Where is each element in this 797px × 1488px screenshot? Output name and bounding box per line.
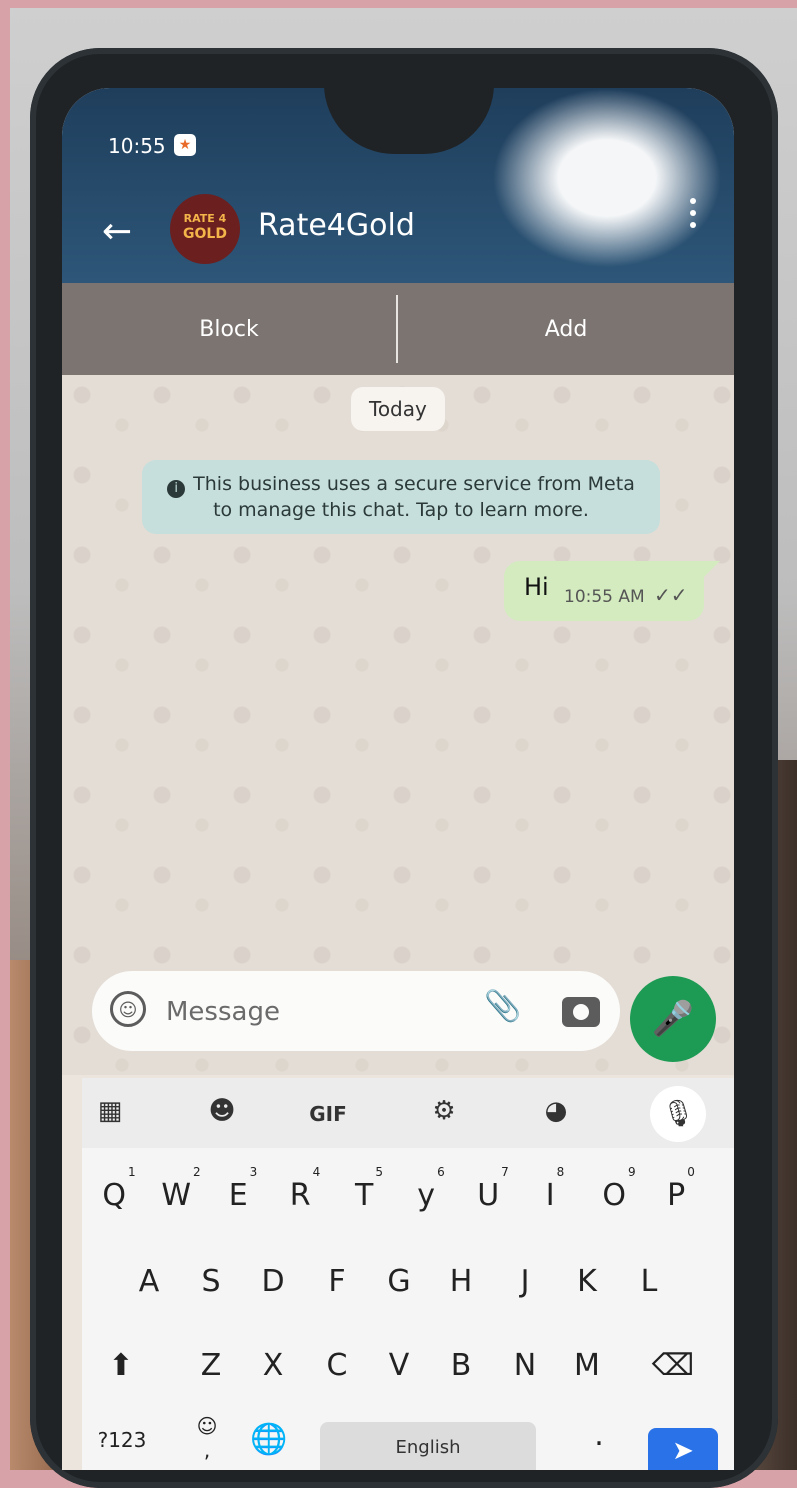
security-notice[interactable]: i This business uses a secure service fro… bbox=[142, 460, 660, 534]
key-x[interactable]: X bbox=[248, 1348, 298, 1383]
key-m[interactable]: M bbox=[562, 1348, 612, 1383]
space-bar[interactable]: English bbox=[320, 1422, 536, 1470]
key-y[interactable]: y6 bbox=[406, 1165, 456, 1213]
double-check-icon: ✓✓ bbox=[654, 583, 688, 607]
add-contact-button[interactable]: Add bbox=[398, 283, 734, 375]
keyboard-mic-icon[interactable]: 🎙 bbox=[650, 1086, 706, 1142]
key-k[interactable]: K bbox=[562, 1264, 612, 1299]
outgoing-message[interactable]: Hi 10:55 AM ✓✓ bbox=[504, 561, 704, 621]
contact-avatar[interactable]: RATE 4 GOLD bbox=[170, 194, 240, 264]
soft-keyboard: ▦ ☻ GIF ⚙ ◕ 🎙 Q1 W2 E3 R4 T5 y6 U7 I8 O9… bbox=[82, 1078, 734, 1470]
key-s[interactable]: S bbox=[186, 1264, 236, 1299]
key-u[interactable]: U7 bbox=[468, 1165, 518, 1213]
key-o[interactable]: O9 bbox=[594, 1165, 644, 1213]
security-notice-text: This business uses a secure service from… bbox=[193, 473, 635, 521]
key-b[interactable]: B bbox=[436, 1348, 486, 1383]
symbols-key[interactable]: ?123 bbox=[92, 1428, 152, 1452]
key-j[interactable]: J bbox=[500, 1264, 550, 1299]
key-r[interactable]: R4 bbox=[280, 1165, 330, 1213]
message-tail bbox=[702, 561, 720, 579]
emoji-icon[interactable]: ☺ bbox=[110, 991, 146, 1027]
key-i[interactable]: I8 bbox=[530, 1165, 580, 1213]
keyboard-toolbar: ▦ ☻ GIF ⚙ ◕ 🎙 bbox=[82, 1078, 734, 1148]
date-chip: Today bbox=[351, 387, 445, 431]
paperclip-icon[interactable]: 📎 bbox=[484, 989, 522, 1031]
key-a[interactable]: A bbox=[124, 1264, 174, 1299]
comma-label: , bbox=[203, 1438, 211, 1462]
message-composer: ☺ 📎 bbox=[92, 971, 620, 1051]
gear-icon[interactable]: ⚙ bbox=[422, 1096, 466, 1126]
message-time: 10:55 AM bbox=[564, 587, 645, 607]
block-button[interactable]: Block bbox=[62, 283, 396, 375]
voice-message-button[interactable]: 🎤 bbox=[630, 976, 716, 1062]
message-input[interactable] bbox=[164, 993, 448, 1031]
key-l[interactable]: L bbox=[624, 1264, 674, 1299]
apps-grid-icon[interactable]: ▦ bbox=[88, 1096, 132, 1126]
back-arrow-icon[interactable]: ← bbox=[102, 214, 132, 250]
globe-icon[interactable]: 🌐 bbox=[244, 1422, 294, 1457]
spam-action-bar: Block Add bbox=[62, 283, 734, 375]
key-q[interactable]: Q1 bbox=[94, 1165, 144, 1213]
screen-glare bbox=[492, 88, 722, 268]
key-v[interactable]: V bbox=[374, 1348, 424, 1383]
notification-app-icon: ★ bbox=[174, 134, 196, 156]
contact-name[interactable]: Rate4Gold bbox=[258, 208, 415, 243]
avatar-line1: RATE 4 bbox=[183, 212, 227, 225]
chat-area: Today i This business uses a secure servi… bbox=[62, 375, 734, 1075]
emoji-comma-key[interactable]: ☺, bbox=[182, 1414, 232, 1462]
status-time: 10:55 bbox=[108, 134, 166, 158]
phone-screen: 10:55 ★ ← RATE 4 GOLD Rate4Gold Block Ad… bbox=[62, 88, 734, 1470]
key-t[interactable]: T5 bbox=[344, 1165, 394, 1213]
message-text: Hi bbox=[524, 573, 549, 601]
backspace-icon[interactable]: ⌫ bbox=[648, 1348, 698, 1383]
key-c[interactable]: C bbox=[312, 1348, 362, 1383]
send-arrow-icon[interactable]: ➤ bbox=[648, 1428, 718, 1470]
key-z[interactable]: Z bbox=[186, 1348, 236, 1383]
key-w[interactable]: W2 bbox=[156, 1165, 206, 1213]
info-icon: i bbox=[167, 480, 186, 498]
avatar-line2: GOLD bbox=[183, 226, 227, 242]
palette-icon[interactable]: ◕ bbox=[534, 1096, 578, 1126]
key-h[interactable]: H bbox=[436, 1264, 486, 1299]
key-p[interactable]: P0 bbox=[656, 1165, 706, 1213]
key-d[interactable]: D bbox=[248, 1264, 298, 1299]
key-g[interactable]: G bbox=[374, 1264, 424, 1299]
period-key[interactable]: . bbox=[574, 1418, 624, 1453]
gif-button[interactable]: GIF bbox=[306, 1102, 350, 1126]
camera-icon[interactable] bbox=[562, 997, 600, 1027]
key-f[interactable]: F bbox=[312, 1264, 362, 1299]
shift-icon[interactable]: ⬆ bbox=[96, 1348, 146, 1383]
key-e[interactable]: E3 bbox=[218, 1165, 268, 1213]
sticker-icon[interactable]: ☻ bbox=[200, 1096, 244, 1126]
key-n[interactable]: N bbox=[500, 1348, 550, 1383]
